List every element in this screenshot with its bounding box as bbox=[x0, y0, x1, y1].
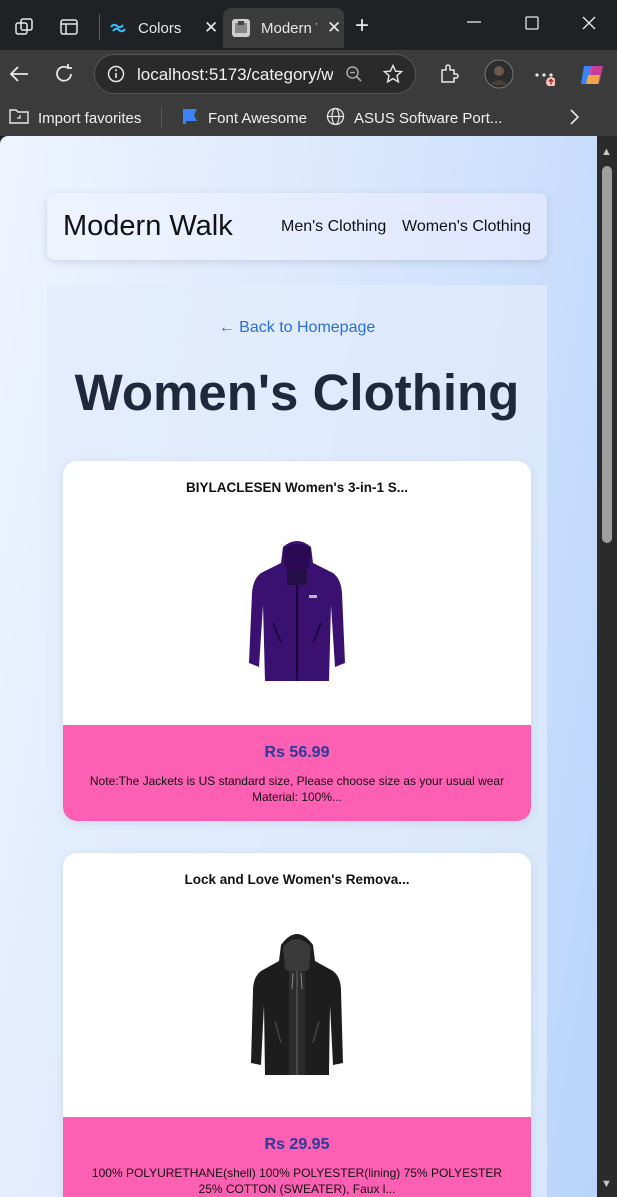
scroll-down-arrow-icon[interactable]: ▼ bbox=[601, 1178, 612, 1190]
product-footer: Rs 29.95 100% POLYURETHANE(shell) 100% P… bbox=[63, 1117, 531, 1197]
zoom-icon[interactable] bbox=[345, 65, 363, 86]
profile-avatar[interactable] bbox=[484, 59, 514, 92]
maximize-icon[interactable] bbox=[525, 16, 539, 33]
refresh-icon[interactable] bbox=[53, 63, 75, 88]
close-window-icon[interactable] bbox=[582, 16, 596, 33]
flag-icon bbox=[181, 107, 199, 129]
browser-toolbar: localhost:5173/category/women bbox=[0, 50, 617, 98]
minimize-icon[interactable] bbox=[466, 14, 482, 33]
tab-actions-icon[interactable] bbox=[59, 17, 79, 40]
favorites-bar: Import favorites Font Awesome ASUS Softw… bbox=[0, 98, 617, 136]
chevron-right-icon[interactable] bbox=[568, 108, 580, 129]
page-scrollbar[interactable]: ▲ ▼ bbox=[597, 136, 617, 1197]
more-options-icon[interactable] bbox=[533, 64, 556, 90]
nav-womens-clothing[interactable]: Women's Clothing bbox=[402, 218, 531, 236]
bookmark-label: Font Awesome bbox=[208, 109, 307, 127]
product-price: Rs 56.99 bbox=[264, 744, 330, 761]
page-viewport: Modern Walk Men's Clothing Women's Cloth… bbox=[0, 136, 597, 1197]
product-title: BIYLACLESEN Women's 3-in-1 S... bbox=[186, 480, 408, 495]
import-folder-icon bbox=[9, 107, 29, 129]
browser-tab-strip: Colors ✕ Modern Walk ✕ + bbox=[0, 0, 617, 52]
copilot-icon[interactable] bbox=[578, 61, 606, 92]
scrollbar-thumb[interactable] bbox=[602, 166, 612, 543]
site-navbar: Modern Walk Men's Clothing Women's Cloth… bbox=[47, 193, 547, 260]
site-favicon-icon bbox=[232, 19, 250, 37]
close-tab-icon[interactable]: ✕ bbox=[204, 18, 218, 38]
product-description: Note:The Jackets is US standard size, Pl… bbox=[89, 774, 505, 804]
back-arrow-icon[interactable] bbox=[8, 63, 30, 88]
product-description: 100% POLYURETHANE(shell) 100% POLYESTER(… bbox=[91, 1166, 503, 1196]
product-card[interactable]: BIYLACLESEN Women's 3-in-1 S... Rs 56.99… bbox=[63, 461, 531, 821]
globe-icon bbox=[326, 107, 345, 130]
new-tab-icon[interactable]: + bbox=[355, 14, 369, 38]
workspaces-icon[interactable] bbox=[14, 17, 34, 40]
bookmark-asus-software[interactable]: ASUS Software Port... bbox=[326, 107, 502, 130]
nav-mens-clothing[interactable]: Men's Clothing bbox=[281, 218, 386, 236]
close-tab-icon[interactable]: ✕ bbox=[327, 18, 341, 38]
page-title: Women's Clothing bbox=[74, 364, 520, 421]
tab-colors[interactable]: Colors ✕ bbox=[100, 8, 222, 48]
address-bar[interactable]: localhost:5173/category/women bbox=[94, 54, 416, 94]
product-title: Lock and Love Women's Remova... bbox=[184, 872, 410, 887]
product-price: Rs 29.95 bbox=[264, 1136, 330, 1153]
bookmark-font-awesome[interactable]: Font Awesome bbox=[181, 107, 307, 129]
extensions-icon[interactable] bbox=[438, 63, 460, 88]
bookmark-separator bbox=[161, 106, 162, 128]
tab-title: Modern Walk bbox=[261, 19, 317, 37]
bookmark-import-favorites[interactable]: Import favorites bbox=[9, 107, 141, 129]
address-url: localhost:5173/category/women bbox=[137, 65, 333, 84]
product-footer: Rs 56.99 Note:The Jackets is US standard… bbox=[63, 725, 531, 821]
tab-title: Colors bbox=[138, 19, 182, 37]
black-leather-jacket-image bbox=[237, 925, 357, 1081]
site-brand[interactable]: Modern Walk bbox=[63, 210, 233, 243]
tailwind-favicon-icon bbox=[109, 19, 127, 37]
product-card[interactable]: Lock and Love Women's Remova... Rs 29.95… bbox=[63, 853, 531, 1197]
site-info-icon[interactable] bbox=[107, 65, 125, 86]
category-content: ← Back to Homepage Women's Clothing BIYL… bbox=[47, 285, 547, 1197]
scroll-up-arrow-icon[interactable]: ▲ bbox=[601, 146, 612, 158]
purple-jacket-image bbox=[237, 533, 357, 689]
favorite-star-icon[interactable] bbox=[382, 63, 404, 87]
bookmark-label: ASUS Software Port... bbox=[354, 110, 503, 127]
tab-modern-walk[interactable]: Modern Walk ✕ bbox=[223, 8, 344, 48]
back-to-homepage-link[interactable]: ← Back to Homepage bbox=[47, 319, 547, 337]
bookmark-label: Import favorites bbox=[38, 109, 142, 127]
